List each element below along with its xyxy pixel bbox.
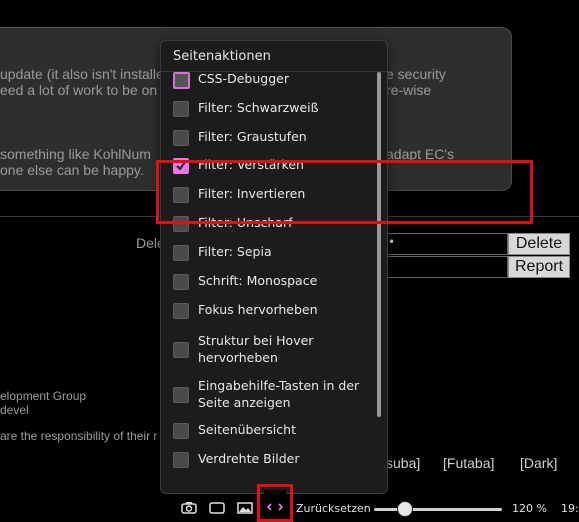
menu-item-label: Filter: Graustufen: [198, 128, 307, 145]
camera-icon[interactable]: [180, 500, 198, 516]
menu-header: Seitenaktionen: [173, 49, 271, 64]
menu-item-label: CSS-Debugger: [198, 70, 289, 87]
menu-item[interactable]: Fokus hervorheben: [161, 298, 376, 322]
zoom-slider-thumb[interactable]: [397, 501, 413, 517]
background-text-line: e security: [386, 66, 446, 82]
menu-item-label-line: Fokus hervorheben: [198, 302, 318, 317]
menu-item-label-line: Eingabehilfe-Tasten in der: [198, 378, 360, 393]
style-link-dark[interactable]: [Dark]: [520, 455, 557, 471]
password-field[interactable]: •: [386, 233, 508, 255]
menu-item-label: Schrift: Monospace: [198, 272, 317, 289]
menu-item-checkbox[interactable]: [173, 101, 189, 117]
menu-item-label-line: Schrift: Monospace: [198, 273, 318, 288]
menu-item-label: Struktur bei Hover hervorheben: [198, 332, 313, 366]
menu-item[interactable]: Filter: Graustufen: [161, 125, 376, 149]
menu-item-label-line: CSS-Debugger: [198, 71, 289, 86]
image-icon[interactable]: [236, 500, 254, 516]
window-icon[interactable]: [208, 500, 226, 516]
report-button[interactable]: Report: [508, 256, 570, 278]
highlight-box-icon: [257, 484, 293, 522]
menu-item-label: Eingabehilfe-Tasten in der Seite anzeigen: [198, 377, 359, 411]
menu-item-checkbox[interactable]: [173, 423, 189, 439]
background-text-line: something like KohlNum: [0, 146, 151, 162]
menu-item[interactable]: Filter: Sepia: [161, 240, 376, 264]
menu-item[interactable]: Eingabehilfe-Tasten in der Seite anzeigen: [161, 374, 376, 414]
menu-item-label: Filter: Schwarzweiß: [198, 99, 319, 116]
menu-item-label-line: Seitenübersicht: [198, 422, 296, 437]
menu-item[interactable]: Seitenübersicht: [161, 418, 376, 442]
menu-item-checkbox[interactable]: [173, 72, 190, 89]
password-field-value: •: [388, 235, 396, 249]
menu-item-label: Verdrehte Bilder: [198, 450, 299, 467]
background-text-line: re-wise: [386, 82, 432, 98]
menu-item-label-line: hervorheben: [198, 350, 278, 365]
background-text-line: one else can be happy.: [0, 162, 144, 178]
style-link-futaba[interactable]: [Futaba]: [443, 455, 494, 471]
background-text-line: update (it also isn't installe: [0, 66, 164, 82]
menu-item-checkbox[interactable]: [173, 130, 189, 146]
report-field[interactable]: [386, 256, 508, 278]
menu-item-checkbox[interactable]: [173, 245, 189, 261]
menu-item-label: Filter: Sepia: [198, 243, 272, 260]
menu-item-checkbox[interactable]: [173, 274, 189, 290]
menu-item-checkbox[interactable]: [173, 387, 189, 403]
menu-item-label-line: Struktur bei Hover: [198, 333, 314, 348]
footer-line: elopment Group: [0, 389, 87, 403]
menu-item[interactable]: Filter: Schwarzweiß: [161, 96, 376, 120]
menu-item-label-line: Filter: Schwarzweiß: [198, 100, 319, 115]
menu-item-label-line: Filter: Sepia: [198, 244, 272, 259]
menu-item-label: Fokus hervorheben: [198, 301, 318, 318]
menu-scrollbar[interactable]: [377, 72, 381, 417]
footer-line: devel: [0, 403, 29, 417]
highlight-box-filters: [156, 160, 533, 224]
menu-item-label-line: Verdrehte Bilder: [198, 451, 300, 466]
zoom-reset-label[interactable]: Zurücksetzen: [296, 502, 371, 515]
style-link-yotsuba[interactable]: suba]: [386, 455, 420, 471]
zoom-slider[interactable]: [374, 508, 502, 511]
menu-item[interactable]: CSS-Debugger: [161, 67, 376, 91]
menu-item-label-line: Seite anzeigen: [198, 395, 291, 410]
menu-item[interactable]: Schrift: Monospace: [161, 269, 376, 293]
clock-time: 19:1: [561, 502, 579, 515]
background-text-line: eed a lot of work to be on: [0, 82, 158, 98]
footer-line: are the responsibility of their r: [0, 429, 158, 443]
delete-button[interactable]: Delete: [508, 233, 570, 255]
menu-item-checkbox[interactable]: [173, 303, 189, 319]
menu-item-checkbox[interactable]: [173, 452, 189, 468]
menu-item-label: Seitenübersicht: [198, 421, 296, 438]
menu-item-checkbox[interactable]: [173, 342, 189, 358]
menu-item[interactable]: Verdrehte Bilder: [161, 447, 376, 471]
menu-item[interactable]: Struktur bei Hover hervorheben: [161, 329, 376, 369]
zoom-value: 120 %: [512, 502, 547, 515]
menu-item-label-line: Filter: Graustufen: [198, 129, 307, 144]
